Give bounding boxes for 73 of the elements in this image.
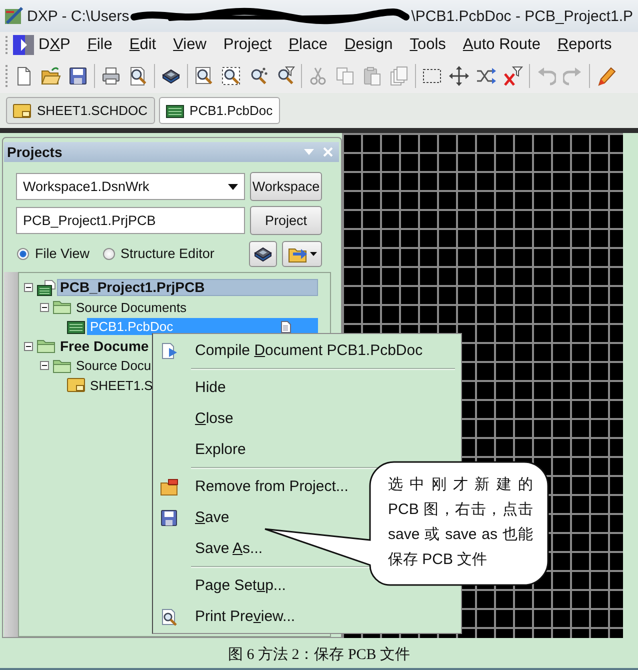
- workspace-button[interactable]: Workspace: [250, 172, 322, 201]
- collapse-icon[interactable]: [40, 361, 49, 370]
- folder-icon: [53, 358, 71, 374]
- menu-item[interactable]: Compile Document PCB1.PcbDoc: [153, 335, 431, 366]
- caret-icon: [228, 184, 238, 190]
- menu-item[interactable]: DXP: [30, 33, 79, 57]
- menu-item[interactable]: Auto Route: [454, 33, 549, 57]
- menu-item[interactable]: Design: [336, 33, 402, 57]
- menu-item[interactable]: Project: [214, 33, 280, 57]
- window-title: \PCB1.PcbDoc - PCB_Project1.P: [411, 8, 634, 24]
- tree-item[interactable]: SHEET1.S: [87, 376, 156, 394]
- schematic-sheet-icon: [67, 377, 85, 394]
- pen-icon[interactable]: [596, 66, 616, 86]
- document-tab[interactable]: SHEET1.SCHDOC: [6, 97, 155, 124]
- folder-icon: [37, 338, 55, 354]
- menu-item[interactable]: Print Preview...: [153, 601, 304, 632]
- cross-funnel-icon[interactable]: [503, 66, 523, 86]
- radio-button[interactable]: [17, 248, 29, 260]
- collapse-icon[interactable]: [24, 342, 33, 351]
- folder-remove-icon: [160, 478, 178, 496]
- save-icon[interactable]: [68, 66, 88, 86]
- app-icon: [4, 6, 24, 26]
- panel-title: Projects: [7, 144, 64, 160]
- crossing-arrows-icon[interactable]: [476, 66, 496, 86]
- print-preview-icon: [160, 608, 178, 626]
- folder-arrow-button[interactable]: [282, 240, 322, 266]
- menu-item[interactable]: Save: [153, 502, 238, 533]
- menu-item[interactable]: Place: [280, 33, 336, 57]
- app-logo-icon[interactable]: [13, 35, 34, 55]
- menu-item[interactable]: Page Setup...: [153, 570, 294, 601]
- move-cross-icon[interactable]: [449, 66, 469, 86]
- radio-button[interactable]: [102, 248, 115, 260]
- figure-caption: 图 6 方法 2：保存 PCB 文件: [228, 645, 410, 664]
- document-arrow-icon: [160, 342, 178, 360]
- board-document-icon: [37, 280, 57, 296]
- callout-text: 选中刚才新建的 PCB 图，右击，点击 save 或 save as 也能 保存 PCB 文件: [388, 475, 533, 570]
- caret-icon: [310, 252, 316, 256]
- menu-item[interactable]: Remove from Project...: [153, 471, 356, 502]
- workspace-dropdown[interactable]: Workspace1.DsnWrk: [16, 173, 245, 200]
- menu-item[interactable]: Explore: [153, 434, 254, 465]
- circuit-board-icon: [67, 318, 85, 335]
- circuit-board-icon: [166, 102, 184, 118]
- collapse-icon[interactable]: [40, 302, 49, 312]
- layer-box-button[interactable]: [249, 240, 277, 266]
- magnifier-dashed-box-icon[interactable]: [221, 66, 241, 86]
- schematic-sheet-icon: [13, 102, 31, 118]
- menu-item[interactable]: Reports: [548, 33, 620, 57]
- tree-item[interactable]: Source Documents: [73, 298, 190, 316]
- collapse-icon[interactable]: [24, 283, 33, 292]
- grip-handle[interactable]: [5, 36, 8, 54]
- project-field[interactable]: PCB_Project1.PrjPCB: [16, 207, 245, 234]
- print-preview-icon[interactable]: [128, 66, 148, 86]
- magnifier-page-icon[interactable]: [194, 66, 214, 86]
- tree-item[interactable]: PCB_Project1.PrjPCB: [57, 279, 318, 296]
- save-icon: [160, 508, 178, 526]
- menu-item[interactable]: File: [78, 33, 121, 57]
- menu-item[interactable]: Close: [153, 403, 242, 434]
- project-button[interactable]: Project: [250, 206, 322, 235]
- menu-item[interactable]: View: [164, 33, 215, 57]
- menu-item[interactable]: Tools: [401, 33, 454, 57]
- tree-item[interactable]: Free Docume: [57, 338, 152, 355]
- grip-handle[interactable]: [5, 64, 8, 86]
- menu-item[interactable]: Hide: [153, 372, 234, 403]
- printer-icon[interactable]: [101, 66, 121, 86]
- document-tab[interactable]: PCB1.PcbDoc: [158, 97, 280, 124]
- window-title: DXP - C:\Users: [27, 8, 130, 24]
- radio-label[interactable]: File View: [35, 246, 90, 261]
- radio-label[interactable]: Structure Editor: [120, 246, 214, 261]
- menu-item[interactable]: Edit: [120, 33, 165, 57]
- folder-icon: [53, 299, 71, 316]
- menu-item[interactable]: Save As...: [153, 533, 271, 564]
- tree-item[interactable]: Source Docu: [73, 357, 154, 374]
- open-folder-icon[interactable]: [41, 66, 61, 86]
